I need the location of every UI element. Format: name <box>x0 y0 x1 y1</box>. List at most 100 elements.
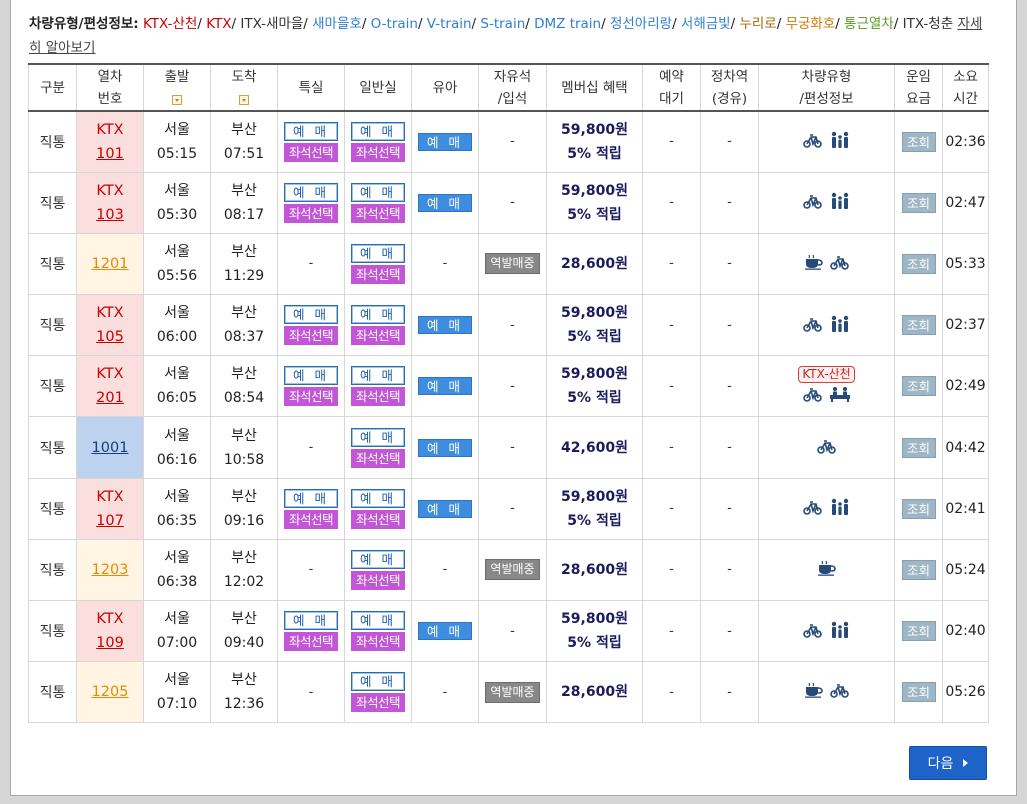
row-departure: 서울 06:35 <box>143 477 211 540</box>
general-seat-select-button[interactable]: 좌석선택 <box>351 203 405 223</box>
general-buy-button[interactable]: 예 매 <box>351 305 405 325</box>
general-buy-button[interactable]: 예 매 <box>351 611 405 631</box>
legend-item: ITX-청춘 <box>902 16 954 32</box>
train-number-link[interactable]: 107 <box>96 513 124 529</box>
col-departure[interactable]: 출발 <box>143 63 211 112</box>
special-seat-select-button[interactable]: 좌석선택 <box>284 509 338 529</box>
row-membership: 42,600원 <box>546 416 643 479</box>
row-waitlist: - <box>642 294 701 357</box>
fare-lookup-button[interactable]: 조회 <box>901 376 936 397</box>
row-special: 예 매 좌석선택 <box>277 355 345 418</box>
vehicle-icons <box>804 682 850 699</box>
baby-buy-button[interactable]: 예 매 <box>418 193 472 212</box>
row-special: 예 매 좌석선택 <box>277 294 345 357</box>
special-seat-select-button[interactable]: 좌석선택 <box>284 326 338 346</box>
train-number-link[interactable]: 109 <box>96 635 124 651</box>
col-via-label-2: (경유) <box>711 90 748 107</box>
fare-lookup-button[interactable]: 조회 <box>901 559 936 580</box>
fare-lookup-button[interactable]: 조회 <box>901 192 936 213</box>
special-buy-button[interactable]: 예 매 <box>284 182 338 202</box>
row-membership: 59,800원 5% 적립 <box>546 294 643 357</box>
train-number-link[interactable]: 1001 <box>92 440 129 456</box>
col-waitlist: 예약 대기 <box>642 63 701 112</box>
sort-down-icon[interactable] <box>239 94 249 105</box>
general-seat-select-button[interactable]: 좌석선택 <box>351 509 405 529</box>
train-number-link[interactable]: 201 <box>96 390 124 406</box>
general-seat-select-button[interactable]: 좌석선택 <box>351 570 405 590</box>
general-seat-select-button[interactable]: 좌석선택 <box>351 693 405 713</box>
departure-time: 06:38 <box>156 573 198 590</box>
fare-lookup-button[interactable]: 조회 <box>901 682 936 703</box>
baby-buy-button[interactable]: 예 매 <box>418 438 472 457</box>
arrival-time: 08:17 <box>223 206 265 223</box>
sort-down-icon[interactable] <box>172 94 182 105</box>
special-buy-button[interactable]: 예 매 <box>284 305 338 325</box>
special-seat-select-button[interactable]: 좌석선택 <box>284 142 338 162</box>
fare-lookup-button[interactable]: 조회 <box>901 131 936 152</box>
family-icon <box>831 499 848 516</box>
chevron-right-icon <box>963 759 969 767</box>
arrival-time: 08:37 <box>223 329 265 346</box>
train-number-link[interactable]: 101 <box>96 146 124 162</box>
row-general: 예 매 좌석선택 <box>344 416 412 479</box>
special-buy-button[interactable]: 예 매 <box>284 488 338 508</box>
general-seat-select-button[interactable]: 좌석선택 <box>351 448 405 468</box>
row-train-number: 1001 <box>76 416 144 479</box>
general-seat-select-button[interactable]: 좌석선택 <box>351 264 405 284</box>
row-arrival: 부산 10:58 <box>210 416 278 479</box>
baby-buy-button[interactable]: 예 매 <box>418 316 472 335</box>
vehicle-icons <box>817 560 837 576</box>
cafe-icon <box>804 254 823 270</box>
general-buy-button[interactable]: 예 매 <box>351 366 405 386</box>
general-buy-button[interactable]: 예 매 <box>351 243 405 263</box>
train-number-link[interactable]: 103 <box>96 207 124 223</box>
membership-price: 28,600원 <box>561 255 628 272</box>
table-row: 직통 1201 서울 05:56 부산 11:29 - 예 매 좌석선택 - 역발매중 28,600원… <box>28 232 989 296</box>
station-sale-badge: 역발매중 <box>485 681 540 703</box>
row-baby: 예 매 <box>411 477 479 540</box>
special-buy-button[interactable]: 예 매 <box>284 366 338 386</box>
special-unavailable: - <box>308 684 314 700</box>
arrival-station: 부산 <box>231 488 257 505</box>
baby-buy-button[interactable]: 예 매 <box>418 622 472 641</box>
baby-buy-button[interactable]: 예 매 <box>418 499 472 518</box>
special-buy-button[interactable]: 예 매 <box>284 611 338 631</box>
fare-lookup-button[interactable]: 조회 <box>901 253 936 274</box>
fare-lookup-button[interactable]: 조회 <box>901 621 936 642</box>
col-vehicle-label-2: /편성정보 <box>799 90 854 107</box>
general-seat-select-button[interactable]: 좌석선택 <box>351 326 405 346</box>
general-buy-button[interactable]: 예 매 <box>351 121 405 141</box>
baby-buy-button[interactable]: 예 매 <box>418 132 472 151</box>
general-buy-button[interactable]: 예 매 <box>351 427 405 447</box>
general-buy-button[interactable]: 예 매 <box>351 672 405 692</box>
fare-lookup-button[interactable]: 조회 <box>901 437 936 458</box>
special-seat-select-button[interactable]: 좌석선택 <box>284 203 338 223</box>
general-buy-button[interactable]: 예 매 <box>351 488 405 508</box>
row-train-number: 1205 <box>76 661 144 724</box>
train-number-link[interactable]: 1203 <box>92 562 129 578</box>
col-fare: 운임 요금 <box>894 63 943 112</box>
general-seat-select-button[interactable]: 좌석선택 <box>351 142 405 162</box>
fare-lookup-button[interactable]: 조회 <box>901 315 936 336</box>
next-page-button[interactable]: 다음 <box>909 746 987 780</box>
row-stops: - <box>700 110 759 173</box>
special-seat-select-button[interactable]: 좌석선택 <box>284 632 338 652</box>
train-number-link[interactable]: 1201 <box>92 256 129 272</box>
general-buy-button[interactable]: 예 매 <box>351 182 405 202</box>
arrival-time: 09:40 <box>223 635 265 652</box>
special-seat-select-button[interactable]: 좌석선택 <box>284 387 338 407</box>
fare-lookup-button[interactable]: 조회 <box>901 498 936 519</box>
col-arrival[interactable]: 도착 <box>210 63 278 112</box>
train-number-link[interactable]: 1205 <box>92 684 129 700</box>
row-free-seat: - <box>478 477 547 540</box>
baby-buy-button[interactable]: 예 매 <box>418 377 472 396</box>
special-buy-button[interactable]: 예 매 <box>284 121 338 141</box>
membership-point: 5% 적립 <box>567 329 622 346</box>
row-general: 예 매 좌석선택 <box>344 599 412 663</box>
general-seat-select-button[interactable]: 좌석선택 <box>351 387 405 407</box>
membership-price: 59,800원 <box>561 488 628 505</box>
col-baby-label: 유아 <box>432 79 458 96</box>
train-number-link[interactable]: 105 <box>96 329 124 345</box>
general-seat-select-button[interactable]: 좌석선택 <box>351 632 405 652</box>
general-buy-button[interactable]: 예 매 <box>351 549 405 569</box>
